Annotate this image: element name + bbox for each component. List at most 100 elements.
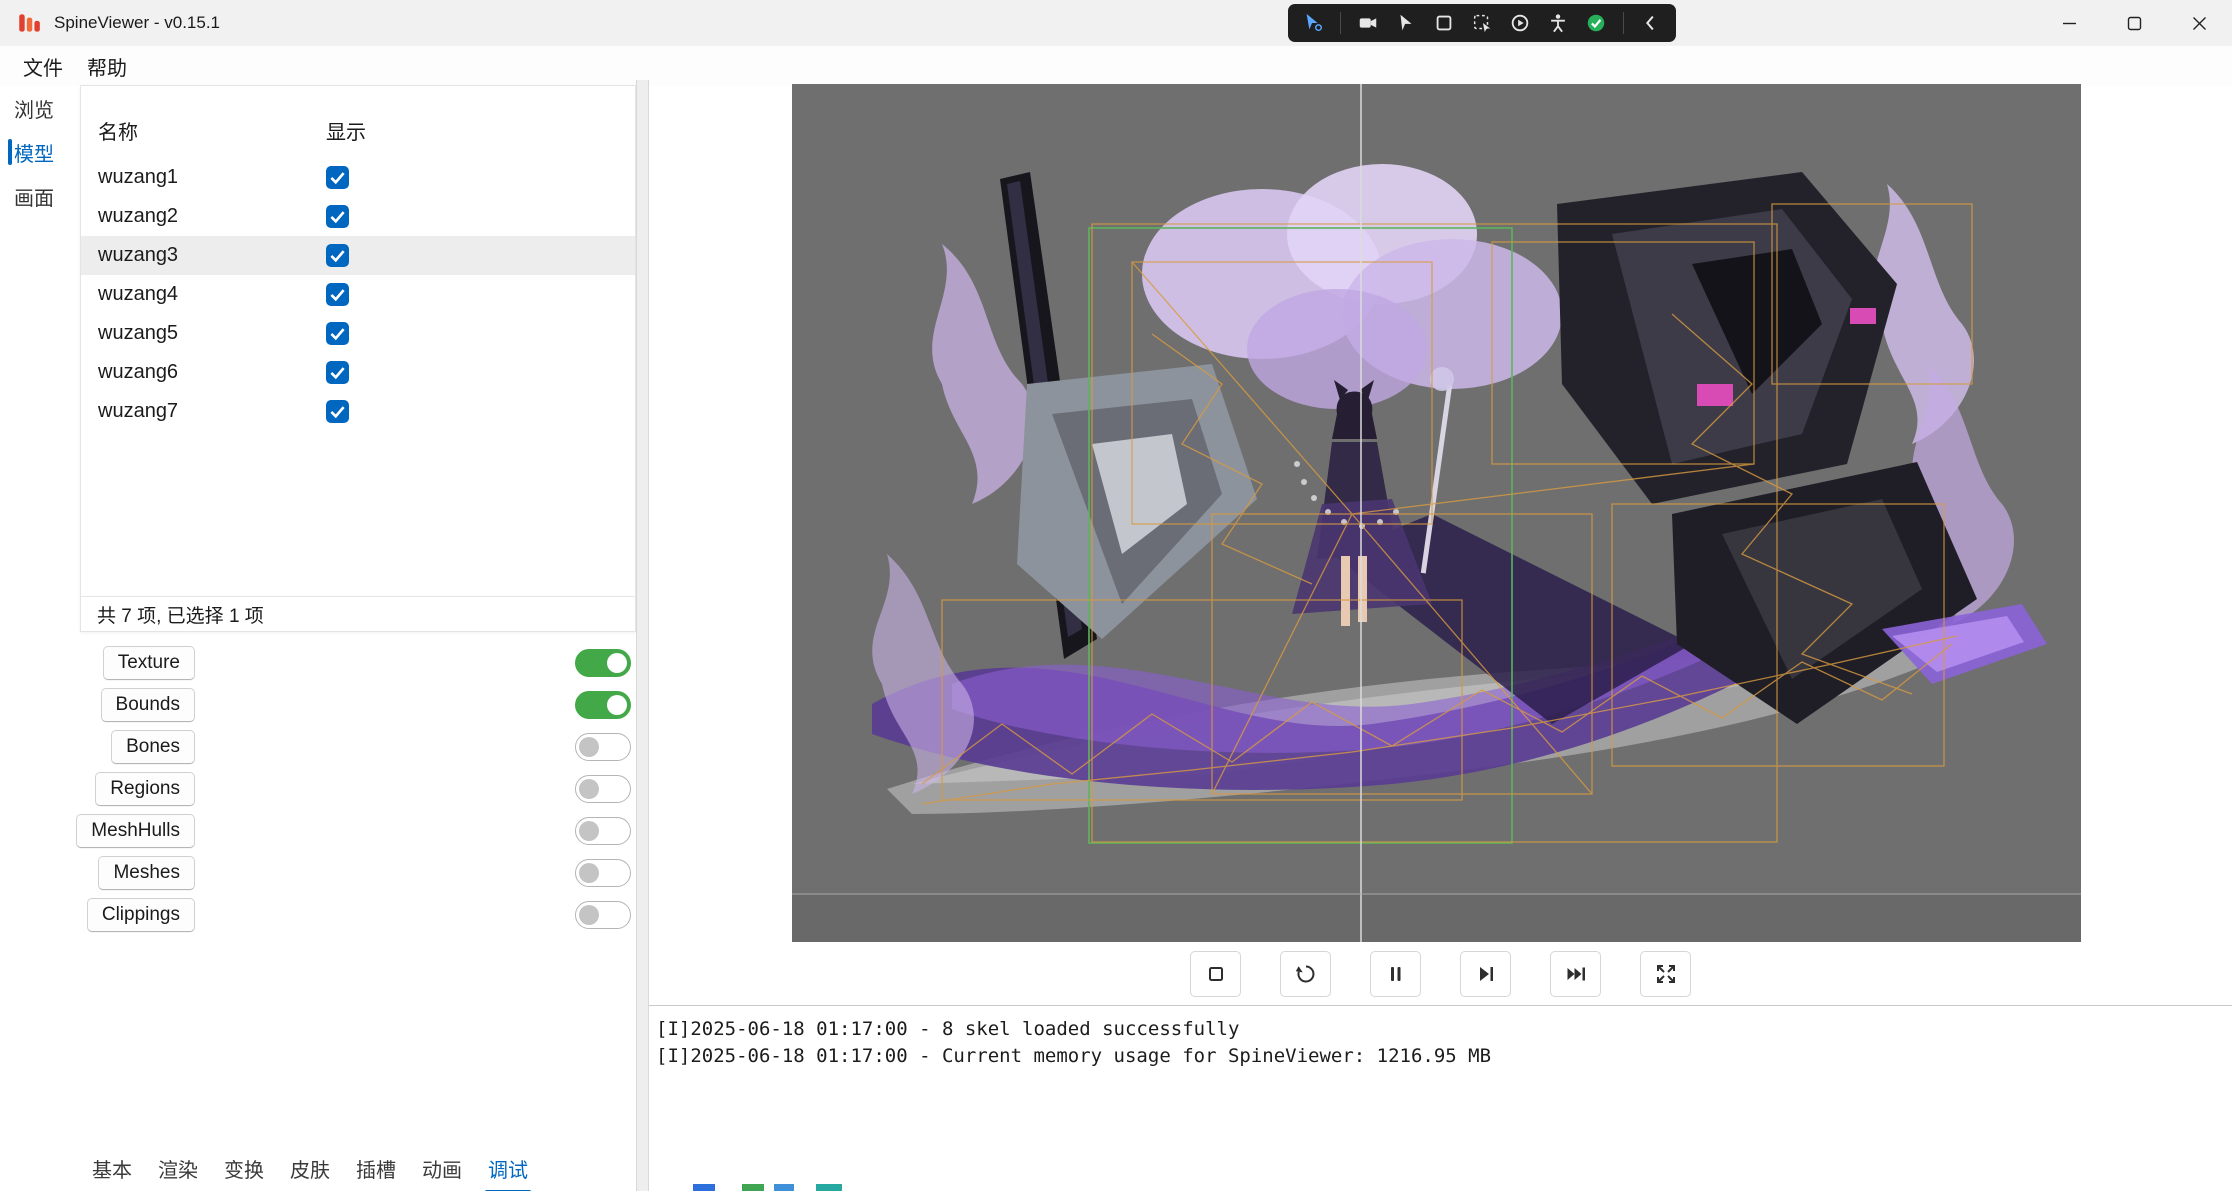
tab-basic[interactable]: 基本 bbox=[92, 1154, 132, 1183]
model-name: wuzang4 bbox=[98, 283, 178, 306]
toolbar-divider bbox=[1623, 12, 1624, 34]
visibility-checkbox[interactable] bbox=[326, 205, 349, 228]
taskbar-icon-sliver[interactable] bbox=[774, 1184, 794, 1191]
meshhulls-button[interactable]: MeshHulls bbox=[76, 814, 195, 848]
pointer-settings-icon[interactable] bbox=[1302, 12, 1324, 34]
stop-button[interactable] bbox=[1190, 951, 1241, 997]
table-row[interactable]: wuzang5 bbox=[81, 314, 635, 353]
tab-skin[interactable]: 皮肤 bbox=[290, 1154, 330, 1183]
fullscreen-button[interactable] bbox=[1640, 951, 1691, 997]
selection-status: 共 7 项, 已选择 1 项 bbox=[81, 596, 635, 631]
sidebar-item-screen[interactable]: 画面 bbox=[0, 174, 68, 218]
debug-row: Clippings bbox=[80, 894, 636, 936]
table-row[interactable]: wuzang6 bbox=[81, 353, 635, 392]
visibility-checkbox[interactable] bbox=[326, 283, 349, 306]
menu-help[interactable]: 帮助 bbox=[87, 52, 127, 81]
visibility-checkbox[interactable] bbox=[326, 322, 349, 345]
panel-splitter[interactable] bbox=[636, 80, 649, 1191]
bounds-toggle[interactable] bbox=[575, 691, 631, 719]
sidebar-item-model[interactable]: 模型 bbox=[0, 130, 68, 174]
debug-row: Bounds bbox=[80, 684, 636, 726]
replay-button[interactable] bbox=[1280, 951, 1331, 997]
spine-render-canvas bbox=[792, 84, 2081, 942]
log-panel[interactable]: [I]2025-06-18 01:17:00 - 8 skel loaded s… bbox=[649, 1005, 2232, 1191]
window-title: SpineViewer - v0.15.1 bbox=[54, 13, 220, 33]
regions-toggle[interactable] bbox=[575, 775, 631, 803]
texture-toggle[interactable] bbox=[575, 649, 631, 677]
window-controls bbox=[2037, 0, 2232, 46]
record-indicator-icon[interactable] bbox=[1509, 12, 1531, 34]
sidebar-item-browse[interactable]: 浏览 bbox=[0, 86, 68, 130]
cursor-icon[interactable] bbox=[1395, 12, 1417, 34]
replay-icon bbox=[1294, 962, 1318, 986]
model-name: wuzang3 bbox=[98, 244, 178, 267]
maximize-button[interactable] bbox=[2102, 0, 2167, 46]
sidebar-item-label: 画面 bbox=[14, 182, 54, 211]
debug-row: Meshes bbox=[80, 852, 636, 894]
bones-toggle[interactable] bbox=[575, 733, 631, 761]
tab-slot[interactable]: 插槽 bbox=[356, 1154, 396, 1183]
visibility-checkbox[interactable] bbox=[326, 244, 349, 267]
table-row[interactable]: wuzang1 bbox=[81, 158, 635, 197]
app-logo-icon bbox=[16, 10, 42, 36]
tab-debug[interactable]: 调试 bbox=[488, 1154, 528, 1183]
bounds-button[interactable]: Bounds bbox=[101, 688, 195, 722]
meshhulls-toggle[interactable] bbox=[575, 817, 631, 845]
clippings-toggle[interactable] bbox=[575, 901, 631, 929]
taskbar-icon-sliver[interactable] bbox=[742, 1184, 764, 1191]
table-row[interactable]: wuzang2 bbox=[81, 197, 635, 236]
skip-forward-button[interactable] bbox=[1550, 951, 1601, 997]
sidebar-item-label: 浏览 bbox=[14, 94, 54, 123]
debug-row: Regions bbox=[80, 768, 636, 810]
toggle-knob bbox=[579, 737, 599, 757]
texture-button[interactable]: Texture bbox=[103, 646, 195, 680]
toolbar-divider bbox=[1340, 12, 1341, 34]
accessibility-icon[interactable] bbox=[1547, 12, 1569, 34]
list-header: 名称 显示 bbox=[81, 86, 635, 158]
model-name: wuzang2 bbox=[98, 205, 178, 228]
bones-button[interactable]: Bones bbox=[111, 730, 195, 764]
table-row[interactable]: wuzang7 bbox=[81, 392, 635, 431]
model-list-panel: 名称 显示 wuzang1 wuzang2 wuzang3 wuzang4 wu… bbox=[80, 85, 636, 632]
debug-row: Texture bbox=[80, 642, 636, 684]
visibility-checkbox[interactable] bbox=[326, 400, 349, 423]
meshes-button[interactable]: Meshes bbox=[98, 856, 195, 890]
collapse-chevron-icon[interactable] bbox=[1640, 12, 1662, 34]
sidebar: 浏览 模型 画面 bbox=[0, 86, 68, 1191]
minimize-button[interactable] bbox=[2037, 0, 2102, 46]
success-check-icon[interactable] bbox=[1585, 12, 1607, 34]
column-header-name: 名称 bbox=[98, 116, 138, 145]
clippings-button[interactable]: Clippings bbox=[87, 898, 195, 932]
tab-animation[interactable]: 动画 bbox=[422, 1154, 462, 1183]
render-viewport[interactable] bbox=[792, 84, 2081, 942]
close-button[interactable] bbox=[2167, 0, 2232, 46]
meshes-toggle[interactable] bbox=[575, 859, 631, 887]
taskbar-icon-sliver[interactable] bbox=[816, 1184, 842, 1191]
pause-button[interactable] bbox=[1370, 951, 1421, 997]
regions-button[interactable]: Regions bbox=[95, 772, 195, 806]
visibility-checkbox[interactable] bbox=[326, 361, 349, 384]
tab-transform[interactable]: 变换 bbox=[224, 1154, 264, 1183]
taskbar-icon-sliver[interactable] bbox=[693, 1184, 715, 1191]
step-forward-button[interactable] bbox=[1460, 951, 1511, 997]
log-line: [I]2025-06-18 01:17:00 - Current memory … bbox=[656, 1043, 2232, 1070]
model-name: wuzang1 bbox=[98, 166, 178, 189]
table-row[interactable]: wuzang4 bbox=[81, 275, 635, 314]
tab-render[interactable]: 渲染 bbox=[158, 1154, 198, 1183]
visibility-checkbox[interactable] bbox=[326, 166, 349, 189]
menu-file[interactable]: 文件 bbox=[23, 52, 63, 81]
minimize-icon bbox=[2061, 15, 2078, 32]
taskbar-slivers bbox=[693, 1184, 842, 1191]
toggle-knob bbox=[607, 653, 627, 673]
table-row[interactable]: wuzang3 bbox=[81, 236, 635, 275]
app-window: SpineViewer - v0.15.1 bbox=[0, 0, 2232, 1191]
region-select-icon[interactable] bbox=[1471, 12, 1493, 34]
camera-icon[interactable] bbox=[1357, 12, 1379, 34]
debug-row: Bones bbox=[80, 726, 636, 768]
sidebar-item-label: 模型 bbox=[14, 138, 54, 167]
toggle-knob bbox=[579, 779, 599, 799]
step-forward-icon bbox=[1474, 962, 1498, 986]
pause-icon bbox=[1384, 962, 1408, 986]
frame-icon[interactable] bbox=[1433, 12, 1455, 34]
debug-panel: Texture Bounds Bones Regions MeshHulls M… bbox=[80, 642, 636, 936]
